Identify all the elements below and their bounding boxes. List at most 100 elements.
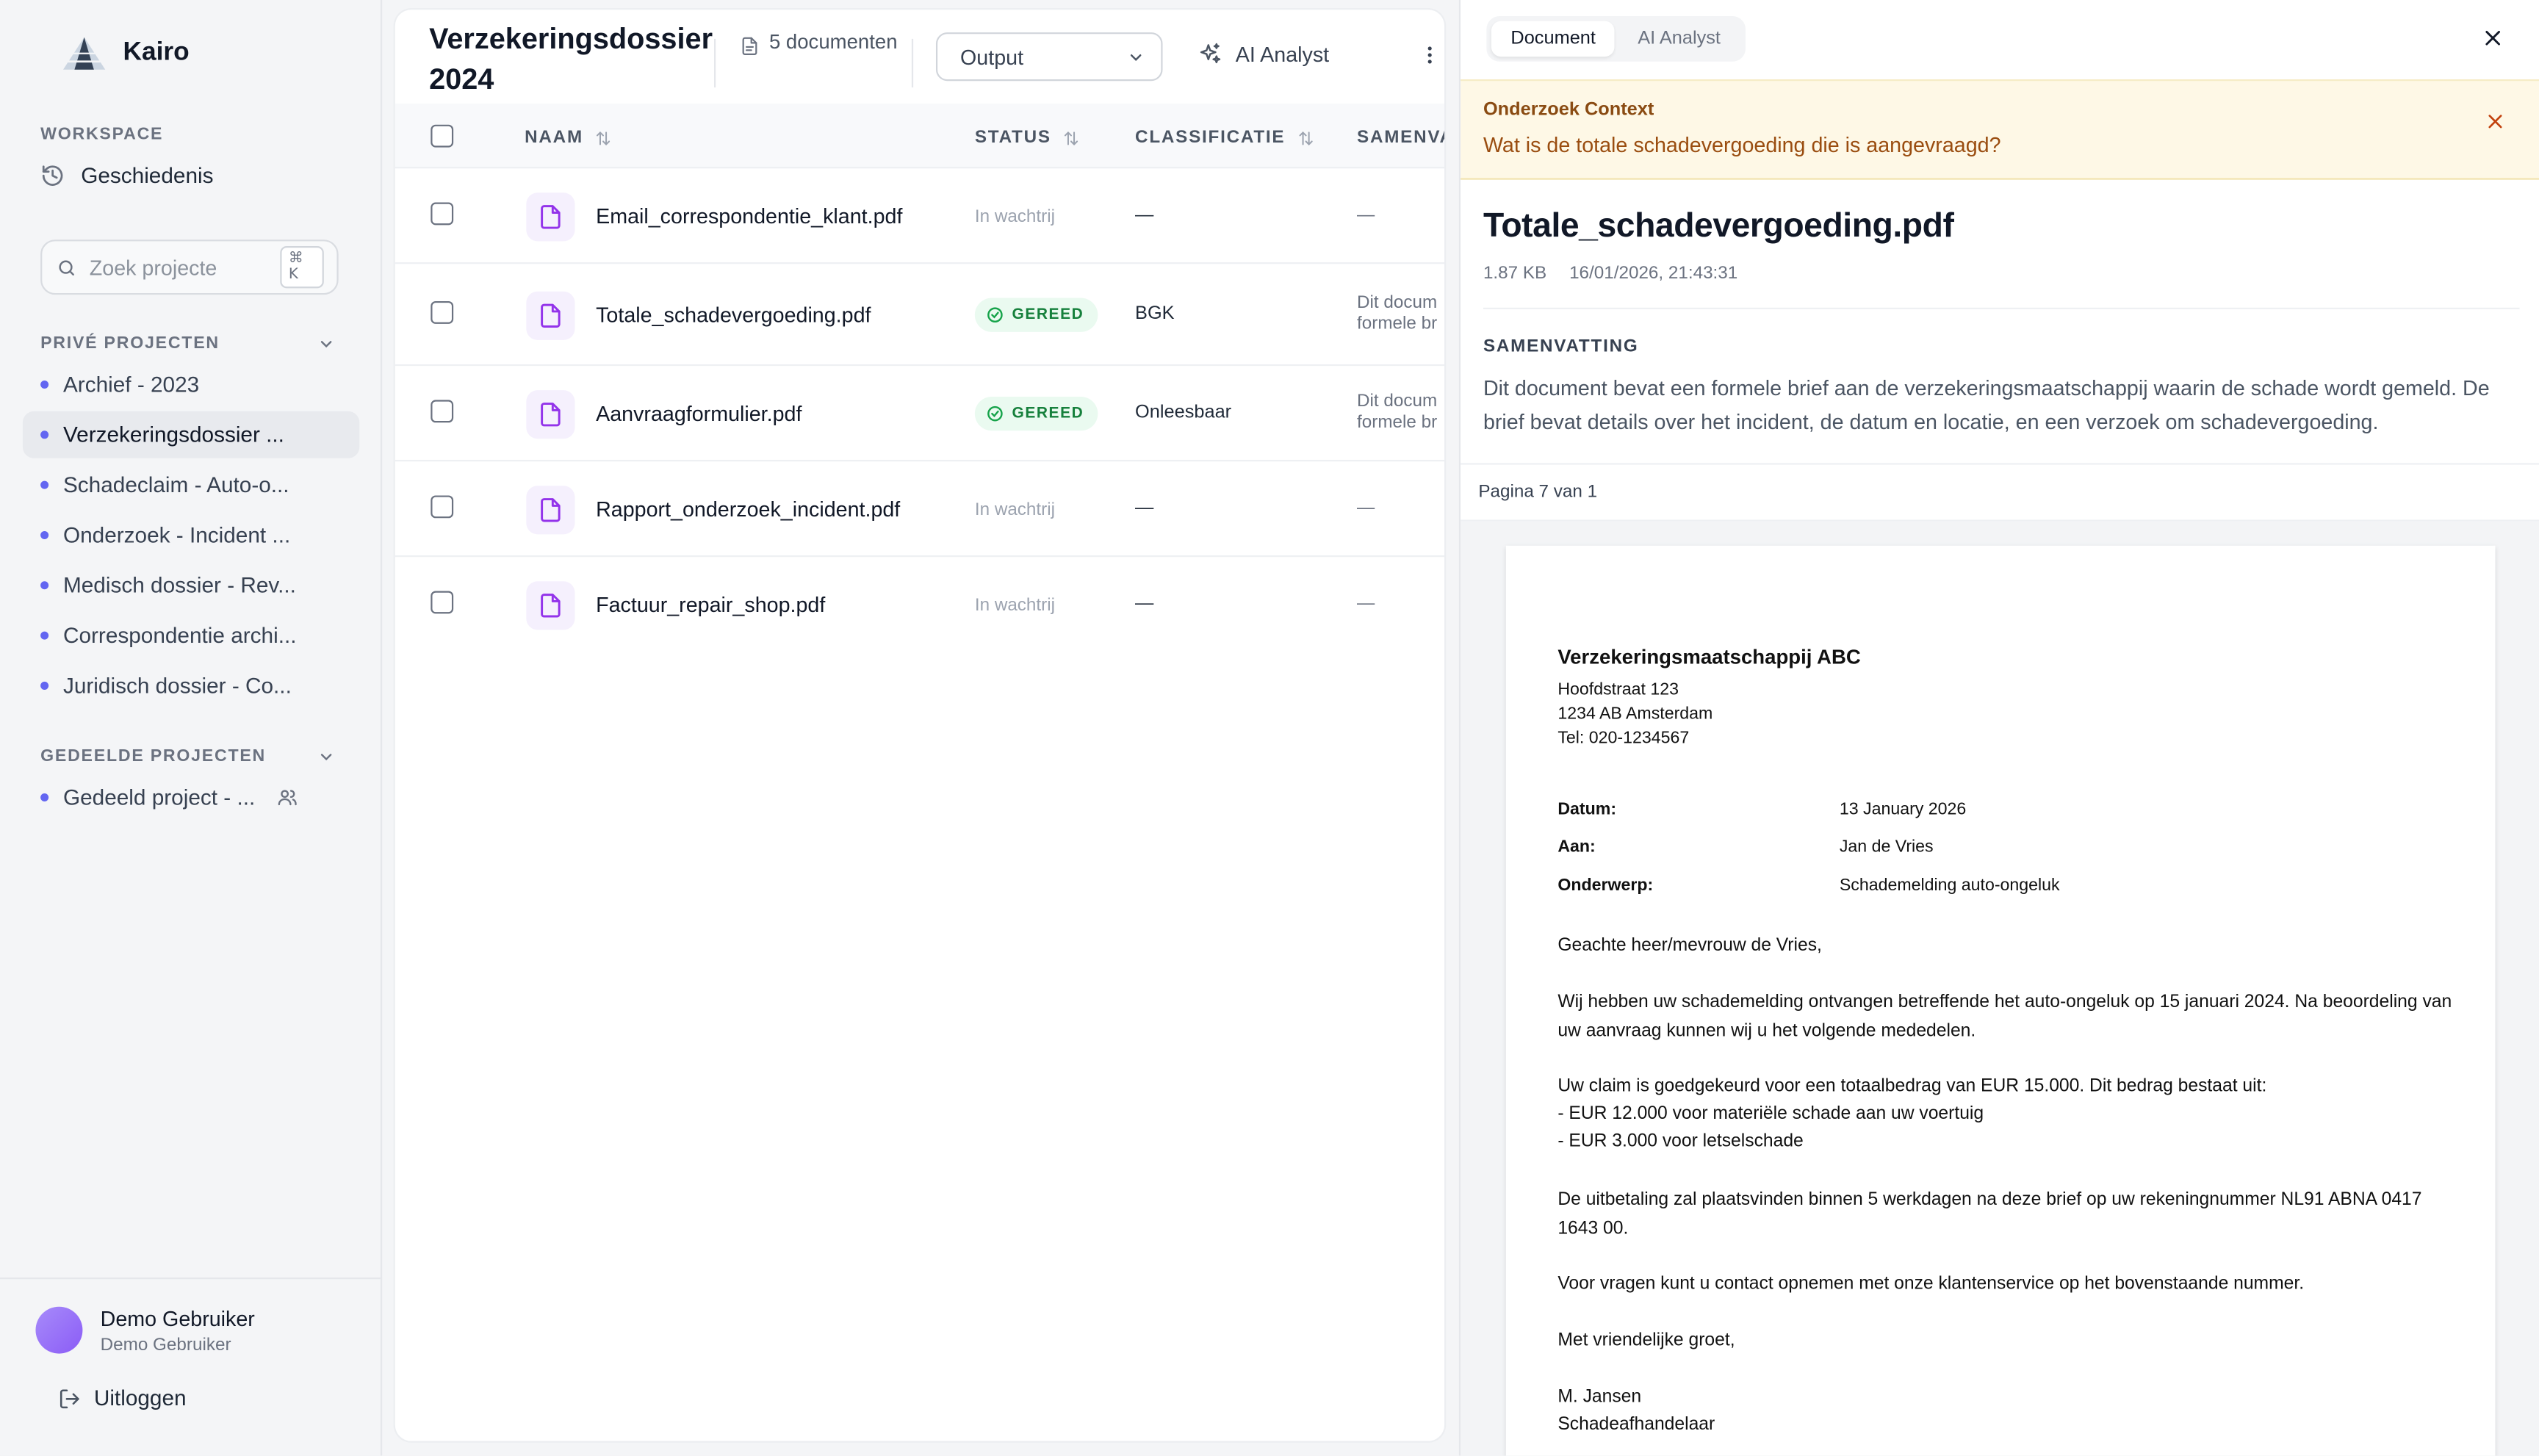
project-search[interactable]: ⌘ K [40,239,339,295]
document-icon [742,37,757,55]
project-dot [40,793,49,802]
letter-paragraph: Uw claim is goedgekeurd voor een totaalb… [1557,1076,2267,1097]
letter-field-value: 13 January 2026 [1839,799,1967,820]
row-checkbox[interactable] [431,300,454,324]
project-item-active[interactable]: Verzekeringsdossier ... [22,411,360,458]
select-all-checkbox[interactable] [431,124,454,148]
table-row[interactable]: Aanvraagformulier.pdf GEREED Onleesbaar … [395,366,1445,462]
table-row[interactable]: Rapport_onderzoek_incident.pdf In wachtr… [395,461,1445,558]
pdf-file-icon [526,390,575,439]
summary-label: SAMENVATTING [1483,336,1639,356]
classification-value: — [1135,498,1154,519]
file-name[interactable]: Email_correspondentie_klant.pdf [596,204,902,228]
letter-paragraph: Voor vragen kunt u contact opnemen met o… [1557,1274,2305,1294]
search-icon [59,259,74,275]
history-label: Geschiedenis [81,163,214,188]
context-label: Onderzoek Context [1483,100,1654,120]
history-icon [42,165,63,186]
project-item[interactable]: Medisch dossier - Rev... [23,562,359,609]
file-name[interactable]: Rapport_onderzoek_incident.pdf [596,497,900,522]
status-text: In wachtrij [974,207,1056,227]
workspace-label: WORKSPACE [40,124,164,145]
chevron-down-icon[interactable] [317,748,335,765]
sidebar: Kairo WORKSPACE Geschiedenis ⌘ K PRIVÉ P… [0,0,383,1456]
summary-line: — [1357,205,1375,226]
letter-signer-title: Schadeafhandelaar [1557,1415,1715,1435]
tab-document[interactable]: Document [1491,21,1616,57]
document-count-text: 5 documenten [768,30,898,54]
pdf-file-icon [526,486,575,535]
row-checkbox[interactable] [431,495,454,519]
row-checkbox[interactable] [431,400,454,423]
project-item[interactable]: Archief - 2023 [23,361,359,408]
user-area: Demo Gebruiker Demo Gebruiker Uitloggen [0,1277,383,1455]
summary-line: Dit docum [1357,292,1438,313]
project-item[interactable]: Schadeclaim - Auto-o... [23,461,359,508]
letter-field-label: Onderwerp: [1557,876,1654,895]
file-name[interactable]: Totale_schadevergoeding.pdf [596,303,871,327]
logout-button[interactable]: Uitloggen [58,1385,187,1410]
close-icon[interactable] [2485,112,2504,131]
context-question: Wat is de totale schadevergoeding die is… [1483,132,2001,157]
pdf-viewer[interactable]: Verzekeringsmaatschappij ABC Hoofdstraat… [1461,521,2539,1456]
column-header-label: SAMENVA [1357,128,1445,148]
output-select[interactable]: Output [935,32,1163,82]
column-header-status[interactable]: STATUS [975,128,1081,148]
table-row[interactable]: Email_correspondentie_klant.pdf In wacht… [395,168,1445,264]
user-name: Demo Gebruiker [100,1306,255,1331]
table-row[interactable]: Factuur_repair_shop.pdf In wachtrij — — [395,557,1444,652]
project-label: Schadeclaim - Auto-o... [62,472,289,497]
project-label: Verzekeringsdossier ... [62,422,284,447]
document-detail-panel: Document AI Analyst Onderzoek Context Wa… [1458,0,2539,1456]
classification-value: Onleesbaar [1135,403,1232,423]
column-header-label: CLASSIFICATIE [1135,128,1286,148]
letter-closing: Met vriendelijke groet, [1557,1330,1735,1351]
column-header-summary[interactable]: SAMENVA [1357,128,1444,147]
letter-field-value: Jan de Vries [1839,837,1934,857]
project-label: Correspondentie archi... [62,623,297,648]
users-icon [277,790,296,806]
project-item[interactable]: Onderzoek - Incident ... [23,511,359,558]
summary-preview: — [1357,499,1375,520]
status-text: In wachtrij [974,596,1056,616]
avatar[interactable] [35,1306,83,1354]
more-vertical-icon[interactable] [1419,42,1441,68]
letter-address-line: Hoofdstraat 123 [1557,680,1679,700]
project-dot [40,681,49,690]
letter-list-item: - EUR 12.000 voor materiële schade aan u… [1557,1104,1984,1124]
sort-icon [597,130,611,145]
project-dot [40,530,49,539]
table-row[interactable]: Totale_schadevergoeding.pdf GEREED BGK D… [395,264,1445,367]
project-dot [40,631,49,640]
shared-project-item[interactable]: Gedeeld project - ... [23,774,359,821]
project-search-input[interactable] [89,255,268,280]
document-count: 5 documenten [740,29,898,57]
sort-icon [1298,130,1313,145]
chevron-down-icon [1130,53,1142,60]
letter-paragraph: Wij hebben uw schademelding ontvangen be… [1557,992,2452,1041]
brand[interactable]: Kairo [62,35,190,71]
ai-analyst-button[interactable]: AI Analyst [1198,42,1329,66]
letter-field-label: Datum: [1557,799,1617,820]
column-header-classification[interactable]: CLASSIFICATIE [1135,128,1314,148]
tab-ai-analyst[interactable]: AI Analyst [1618,21,1740,57]
page-indicator: Pagina 7 van 1 [1478,482,1598,502]
user-subtitle: Demo Gebruiker [100,1336,231,1355]
sort-icon [1065,130,1078,145]
panel-tabs: Document AI Analyst [1486,16,1746,62]
row-checkbox[interactable] [431,591,454,614]
logout-label: Uitloggen [93,1385,187,1410]
close-icon[interactable] [2482,27,2504,48]
chevron-down-icon[interactable] [317,335,335,353]
check-circle-icon [987,406,1003,422]
history-link[interactable]: Geschiedenis [40,163,214,188]
project-item[interactable]: Juridisch dossier - Co... [23,662,359,709]
file-name[interactable]: Factuur_repair_shop.pdf [596,593,825,617]
column-header-name[interactable]: NAAM [525,128,612,148]
project-item[interactable]: Correspondentie archi... [23,612,359,659]
row-checkbox[interactable] [431,202,454,226]
file-name[interactable]: Aanvraagformulier.pdf [596,402,802,426]
app-root: Kairo WORKSPACE Geschiedenis ⌘ K PRIVÉ P… [0,0,2539,1456]
investigation-context-banner: Onderzoek Context Wat is de totale schad… [1461,79,2539,180]
pdf-page: Verzekeringsmaatschappij ABC Hoofdstraat… [1505,545,2496,1456]
